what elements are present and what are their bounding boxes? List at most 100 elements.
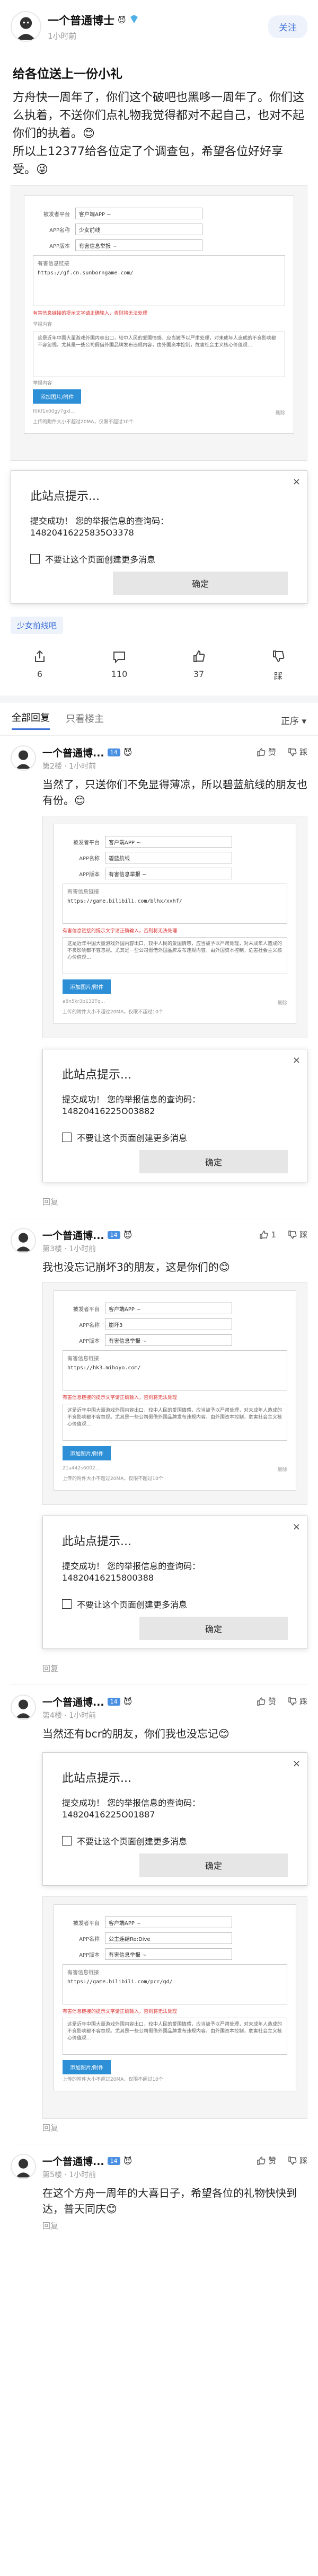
comment-floor-time: 第3楼 · 1小时前 — [42, 1245, 96, 1253]
reply-link[interactable]: 回复 — [42, 2119, 307, 2138]
desc-caption: 举报内容 — [33, 322, 52, 327]
dislike-label: 踩 — [273, 671, 282, 681]
comment-avatar[interactable] — [11, 1695, 36, 1720]
comment-like[interactable]: 赞 — [257, 2155, 276, 2166]
comment-like[interactable]: 1 — [259, 1230, 276, 1240]
checkbox-label: 不要让这个页面创建更多消息 — [77, 1600, 188, 1610]
tag-row: 少女前线吧 — [0, 613, 318, 637]
follow-button[interactable]: 关注 — [268, 15, 307, 38]
reply-tabs: 全部回复 只看楼主 正序 ▾ — [0, 703, 318, 736]
comment-dislike[interactable]: 踩 — [288, 1229, 307, 1240]
section-separator — [0, 696, 318, 703]
post-body: 方舟快一周年了，你们这个破吧也黑哆一周年了。你们这么执着，不送你们点礼物我觉得都… — [13, 91, 305, 176]
like-count: 37 — [193, 669, 205, 679]
reply-link[interactable]: 回复 — [42, 2217, 307, 2236]
label-platform: 被发者平台 — [73, 1920, 100, 1927]
form-row-app: APP名称 碧蓝航线 — [63, 852, 287, 863]
label-version: APP版本 — [79, 1338, 100, 1344]
comment-like[interactable]: 赞 — [257, 746, 276, 757]
thumbs-up-icon — [257, 747, 266, 756]
comment-dislike-label: 踩 — [299, 1230, 307, 1240]
version-select: 有害信息举报 ~ — [105, 1948, 232, 1960]
link-spacer — [67, 904, 282, 920]
comment-dislike[interactable]: 踩 — [288, 2155, 307, 2166]
comment-author[interactable]: 一个普通博... — [42, 1228, 104, 1242]
upload-button: 添加图片/附件 — [33, 389, 82, 404]
avatar-icon — [12, 12, 40, 41]
comment-author[interactable]: 一个普通博... — [42, 745, 104, 760]
dialog-line: 提交成功！ 您的举报信息的查询码： — [62, 1094, 201, 1104]
link-caption: 有害信息链接 — [67, 889, 99, 895]
comment: 一个普通博... 14 😈 第4楼 · 1小时前 当然还有bcr的朋友，你们我也… — [0, 1685, 318, 2144]
link-url: https://hk3.mihoyo.com/ — [67, 1365, 141, 1371]
label-platform: 被发者平台 — [73, 1306, 100, 1313]
link-spacer — [67, 1371, 282, 1387]
author-name[interactable]: 一个普通博士 — [48, 12, 114, 28]
avatar-icon — [12, 746, 35, 770]
upload-button: 添加图片/附件 — [63, 1446, 111, 1460]
red-note: 有害信息链接的提示文字请正确输入，否则将无法处理 — [63, 929, 178, 934]
comment-author[interactable]: 一个普通博... — [42, 2154, 104, 2168]
reply-link[interactable]: 回复 — [42, 1193, 307, 1213]
comment-dislike-label: 踩 — [299, 747, 307, 757]
link-caption: 有害信息链接 — [67, 1970, 99, 1976]
thumbs-down-icon — [288, 2156, 297, 2165]
checkbox — [62, 1133, 72, 1142]
comment-action[interactable]: 110 — [98, 649, 140, 682]
desc-text: 这是近年中国大量游戏外国内容出口，较中人民的爱国情感，应当被予以严肃处理，对未成… — [33, 332, 285, 377]
thumbs-up-icon — [260, 1230, 268, 1239]
comment-dislike[interactable]: 踩 — [288, 746, 307, 757]
share-action[interactable]: 6 — [19, 649, 61, 682]
forum-tag[interactable]: 少女前线吧 — [11, 617, 64, 634]
dialog-checkbox-row: 不要让这个页面创建更多消息 — [62, 1131, 288, 1144]
tab-only-author[interactable]: 只看楼主 — [66, 711, 104, 729]
avatar[interactable] — [11, 11, 41, 42]
comment-avatar[interactable] — [11, 1228, 36, 1253]
post-title: 给各位送上一份小礼 — [13, 67, 122, 81]
comment-dislike-label: 踩 — [299, 1697, 307, 1706]
file-hint: 上传的附件大小不超过20MA，仅限不超过10个 — [63, 2077, 163, 2082]
comment-body: 一个普通博... 14 😈 第2楼 · 1小时前 当然了，只送你们不免显得薄凉，… — [42, 745, 307, 1213]
comment-avatar[interactable] — [11, 2154, 36, 2179]
form-row-app: APP名称 公主连结Re:Dive — [63, 1932, 287, 1944]
avatar-icon — [12, 2155, 35, 2178]
like-action[interactable]: 37 — [178, 649, 220, 682]
dislike-action[interactable]: 踩 — [257, 649, 299, 682]
thumbs-up-icon — [257, 2156, 266, 2165]
file-name: 21a442s6002... — [63, 1466, 100, 1471]
reply-link[interactable]: 回复 — [42, 1660, 307, 1679]
label-version: APP版本 — [49, 243, 70, 249]
file-hint: 上传的附件大小不超过20MA，仅限不超过10个 — [33, 420, 134, 425]
form-row-platform: 被发者平台 客户端APP ~ — [63, 1303, 287, 1314]
thumbs-down-icon — [288, 747, 297, 756]
comment-floor-time: 第5楼 · 1小时前 — [42, 2171, 96, 2179]
link-url: https://gf.cn.sunborngame.com/ — [38, 270, 134, 276]
dialog-code: 14820416225835O3378 — [30, 528, 134, 538]
link-spacer — [38, 276, 280, 302]
label-app: APP名称 — [79, 855, 100, 862]
app-name-field: 崩坏3 — [105, 1318, 232, 1330]
file-hint: 上传的附件大小不超过20MA，仅限不超过10个 — [63, 1476, 163, 1482]
alert-dialog: × 此站点提示... 提交成功！ 您的举报信息的查询码： 14820416225… — [42, 1752, 307, 1886]
checkbox-label: 不要让这个页面创建更多消息 — [77, 1837, 188, 1847]
avatar-icon — [12, 1229, 35, 1252]
thumbs-up-icon — [193, 650, 205, 662]
file-delete: 删除 — [275, 411, 285, 416]
tab-all-replies[interactable]: 全部回复 — [12, 710, 50, 730]
form-row-platform: 被发者平台 客户端APP ~ — [33, 208, 285, 219]
comment-like[interactable]: 赞 — [257, 1696, 276, 1707]
link-spacer — [67, 1985, 282, 2001]
comment-author[interactable]: 一个普通博... — [42, 1695, 104, 1709]
dialog-line: 提交成功！ 您的举报信息的查询码： — [62, 1798, 201, 1808]
comment-badge: 😈 — [123, 2156, 132, 2166]
comment-text: 我也没忘记崩坏3的朋友，这是你们的😊 — [42, 1261, 230, 1273]
comment-icon — [113, 652, 125, 664]
report-form: 被发者平台 客户端APP ~ APP名称 公主连结Re:Dive APP版本 有害信息… — [54, 1904, 296, 2091]
dialog-code: 14820416225O03882 — [62, 1106, 155, 1116]
comment-dislike[interactable]: 踩 — [288, 1696, 307, 1707]
comment-like-label: 赞 — [268, 2156, 276, 2165]
dialog-checkbox-row: 不要让这个页面创建更多消息 — [30, 552, 288, 565]
author-badge: 😈 — [118, 15, 126, 25]
comment-avatar[interactable] — [11, 745, 36, 771]
sort-dropdown[interactable]: 正序 ▾ — [281, 714, 306, 727]
